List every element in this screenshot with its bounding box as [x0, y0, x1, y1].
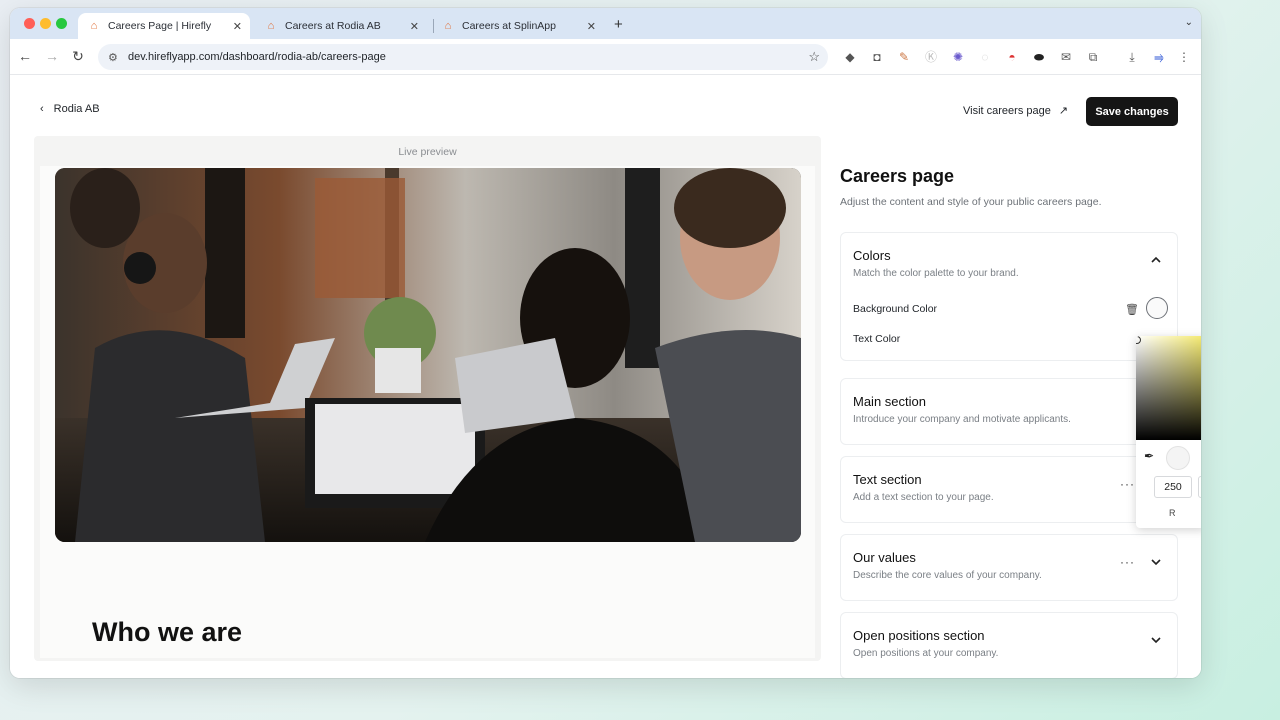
our-values-card[interactable]: Our values Describe the core values of y… — [840, 534, 1178, 601]
our-values-title: Our values — [853, 550, 916, 565]
open-positions-subtitle: Open positions at your company. — [853, 648, 999, 659]
text-section-card[interactable]: Text section Add a text section to your … — [840, 456, 1178, 523]
colors-title[interactable]: Colors — [853, 248, 891, 263]
back-label: Rodia AB — [53, 103, 100, 115]
more-options-icon[interactable]: ··· — [1120, 555, 1135, 569]
hero-photo-illustration — [55, 168, 801, 542]
our-values-subtitle: Describe the core values of your company… — [853, 570, 1042, 581]
close-tab-icon[interactable]: ✕ — [410, 20, 419, 33]
tab-strip: ⌂ Careers Page | Hirefly ✕ ⌂ Careers at … — [10, 8, 1201, 39]
app-page: ‹ Rodia AB Visit careers page ↗ Save cha… — [10, 75, 1201, 678]
tab-careers-at-splinapp[interactable]: ⌂ Careers at SplinApp ✕ — [432, 13, 604, 39]
chevron-down-icon[interactable] — [1149, 633, 1163, 647]
trash-icon[interactable]: 🗑 — [1125, 303, 1139, 316]
maximize-window-button[interactable] — [56, 18, 67, 29]
back-to-company-link[interactable]: ‹ Rodia AB — [40, 103, 100, 115]
main-section-subtitle: Introduce your company and motivate appl… — [853, 414, 1071, 425]
reload-icon[interactable]: ↻ — [69, 48, 87, 65]
hirefly-favicon-icon: ⌂ — [267, 20, 275, 32]
chevron-down-icon[interactable] — [1149, 555, 1163, 569]
extension-pin-icon[interactable]: ◆ — [842, 49, 858, 65]
main-section-title: Main section — [853, 394, 926, 409]
tab-title: Careers at Rodia AB — [285, 20, 381, 32]
text-section-title: Text section — [853, 472, 922, 487]
sidebar-title: Careers page — [840, 166, 955, 186]
site-settings-icon[interactable]: ⚙ — [108, 51, 122, 64]
tab-careers-at-rodia[interactable]: ⌂ Careers at Rodia AB ✕ — [255, 13, 427, 39]
text-section-subtitle: Add a text section to your page. — [853, 492, 994, 503]
close-tab-icon[interactable]: ✕ — [233, 20, 242, 33]
text-color-label: Text Color — [853, 333, 901, 345]
disk-extension-icon[interactable]: ⬬ — [1031, 49, 1047, 65]
colors-card: Colors Match the color palette to your b… — [840, 232, 1178, 361]
saturation-gradient-area[interactable] — [1136, 336, 1201, 440]
live-preview-label: Live preview — [398, 146, 457, 158]
color-picker-extension-icon[interactable]: ✎ — [896, 49, 912, 65]
tab-careers-page-hirefly[interactable]: ⌂ Careers Page | Hirefly ✕ — [78, 13, 250, 39]
visit-careers-page-link[interactable]: Visit careers page ↗ — [963, 104, 1069, 118]
green-channel-input[interactable] — [1198, 476, 1201, 498]
download-icon[interactable]: ⤓ — [1124, 49, 1140, 65]
open-positions-title: Open positions section — [853, 628, 985, 643]
preview-section-heading: Who we are — [92, 617, 243, 647]
browser-toolbar: ← → ↻ ⚙ dev.hireflyapp.com/dashboard/rod… — [10, 39, 1201, 75]
sidebar-subtitle: Adjust the content and style of your pub… — [840, 196, 1102, 208]
k-extension-icon[interactable]: Ⓚ — [923, 49, 939, 65]
camera-extension-icon[interactable]: ◘ — [869, 49, 885, 65]
profile-extension-icon[interactable]: ⥤ — [1151, 49, 1167, 65]
color-preview-swatch — [1166, 446, 1190, 470]
circle-extension-icon[interactable]: ◌ — [977, 49, 993, 65]
new-tab-button[interactable]: + — [614, 16, 623, 33]
preview-canvas: Who we are — [40, 166, 815, 658]
tab-title: Careers Page | Hirefly — [108, 20, 212, 32]
pokeball-extension-icon[interactable]: ◓ — [1004, 49, 1020, 65]
open-positions-card[interactable]: Open positions section Open positions at… — [840, 612, 1178, 678]
hero-image — [55, 168, 801, 542]
tab-title: Careers at SplinApp — [462, 20, 556, 32]
background-color-label: Background Color — [853, 303, 938, 315]
close-tab-icon[interactable]: ✕ — [587, 20, 596, 33]
url-text: dev.hireflyapp.com/dashboard/rodia-ab/ca… — [128, 51, 386, 63]
extensions-puzzle-icon[interactable]: ⧉ — [1085, 49, 1101, 65]
address-bar[interactable]: ⚙ dev.hireflyapp.com/dashboard/rodia-ab/… — [98, 44, 828, 70]
forward-arrow-icon[interactable]: → — [43, 48, 61, 64]
browser-menu-icon[interactable]: ⋮ — [1176, 49, 1192, 65]
hirefly-favicon-icon: ⌂ — [90, 20, 98, 32]
close-window-button[interactable] — [24, 18, 35, 29]
red-channel-label: R — [1169, 508, 1176, 518]
hirefly-favicon-icon: ⌂ — [444, 20, 452, 32]
eyedropper-icon[interactable]: ✒ — [1144, 449, 1154, 463]
external-arrow-icon: ↗ — [1058, 105, 1069, 117]
color-picker-popover: ✒ 250 R — [1136, 336, 1201, 528]
save-changes-button[interactable]: Save changes — [1086, 97, 1178, 126]
back-arrow-icon[interactable]: ← — [16, 48, 34, 64]
more-options-icon[interactable]: ··· — [1120, 477, 1135, 491]
background-color-swatch[interactable] — [1146, 297, 1168, 319]
tab-search-chevron-icon[interactable]: ⌄ — [1185, 17, 1193, 28]
mail-extension-icon[interactable]: ✉ — [1058, 49, 1074, 65]
bookmark-star-icon[interactable]: ☆ — [808, 49, 820, 65]
live-preview-panel: Live preview Who we are — [34, 136, 821, 661]
main-section-card[interactable]: Main section Introduce your company and … — [840, 378, 1178, 445]
chevron-left-icon: ‹ — [40, 103, 44, 115]
browser-window: ⌂ Careers Page | Hirefly ✕ ⌂ Careers at … — [10, 8, 1201, 678]
visit-label: Visit careers page — [963, 104, 1051, 117]
minimize-window-button[interactable] — [40, 18, 51, 29]
colors-subtitle: Match the color palette to your brand. — [853, 268, 1019, 279]
chevron-up-icon[interactable] — [1149, 253, 1163, 267]
red-channel-input[interactable]: 250 — [1154, 476, 1192, 498]
gear-extension-icon[interactable]: ✺ — [950, 49, 966, 65]
